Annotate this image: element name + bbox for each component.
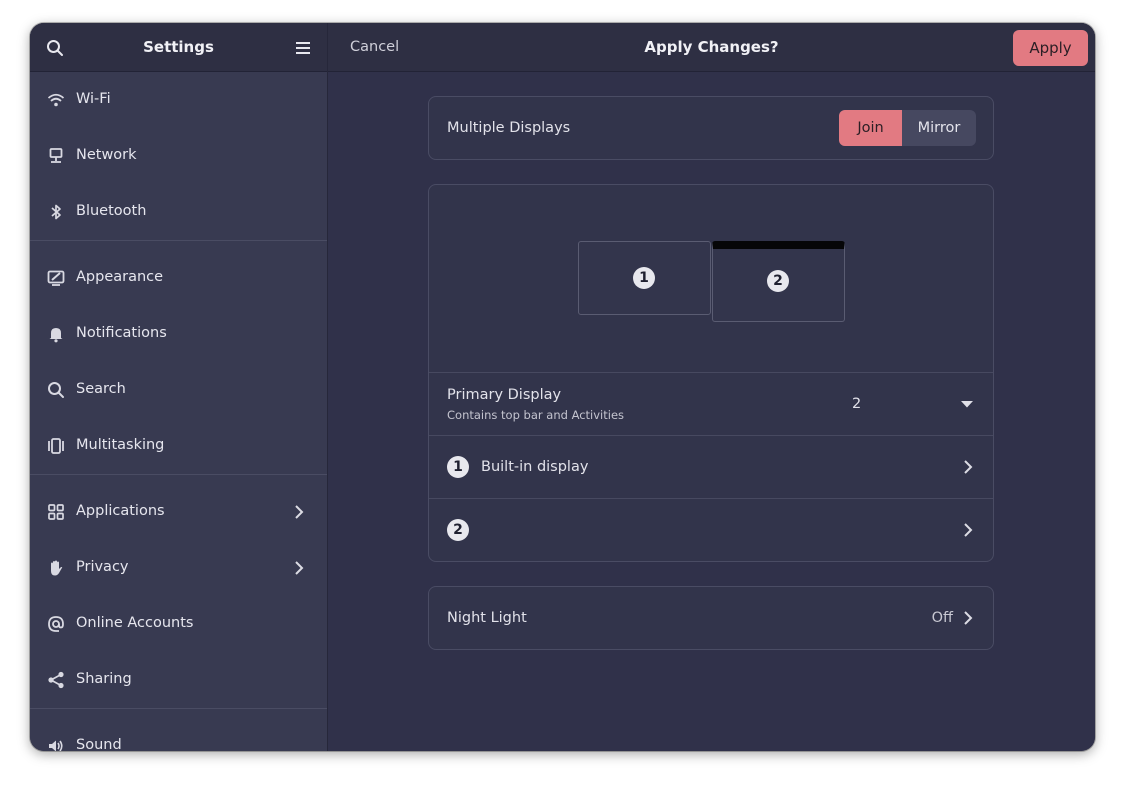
display-row-2[interactable]: 2 [429, 499, 993, 561]
multiple-displays-card: Multiple Displays Join Mirror [428, 96, 994, 160]
page-title: Apply Changes? [644, 38, 779, 56]
speaker-icon [49, 740, 63, 751]
search-icon [48, 382, 64, 398]
chevron-right-icon [295, 505, 304, 519]
primary-display-row[interactable]: Primary Display Contains top bar and Act… [429, 373, 993, 436]
sidebar-item-search[interactable]: Search [30, 362, 327, 418]
network-icon [49, 148, 63, 163]
display-number-badge: 2 [447, 519, 469, 541]
sidebar-item-applications[interactable]: Applications [30, 484, 327, 540]
dropdown-arrow-icon[interactable] [960, 399, 974, 409]
sidebar-item-network[interactable]: Network [30, 128, 327, 184]
hamburger-menu-icon[interactable] [294, 39, 312, 57]
monitor-number-badge: 1 [633, 267, 655, 289]
sidebar-item-privacy[interactable]: Privacy [30, 540, 327, 596]
hand-icon [51, 560, 63, 576]
sidebar-item-label: Privacy [76, 559, 129, 575]
monitor-number-badge: 2 [767, 270, 789, 292]
sidebar-item-label: Notifications [76, 325, 167, 341]
sidebar-item-label: Online Accounts [76, 615, 194, 631]
mirror-button[interactable]: Mirror [902, 110, 976, 146]
sidebar-item-notifications[interactable]: Notifications [30, 306, 327, 362]
night-light-card[interactable]: Night Light Off [428, 586, 994, 650]
primary-display-value: 2 [852, 396, 862, 412]
sidebar-separator [30, 240, 327, 250]
sidebar-item-bluetooth[interactable]: Bluetooth [30, 184, 327, 240]
grid-icon [48, 504, 64, 520]
share-icon [48, 671, 64, 689]
sidebar-list: Wi-Fi Network Bluetooth Appearance Notif… [30, 72, 327, 751]
sidebar-item-multitasking[interactable]: Multitasking [30, 418, 327, 474]
display-arrangement-card: 1 2 Primary Display Contains top bar and… [428, 184, 994, 562]
appearance-icon [47, 270, 65, 286]
sidebar-item-sound[interactable]: Sound [30, 718, 327, 751]
main-panel: Cancel Apply Changes? Apply Multiple Dis… [328, 23, 1095, 751]
display-mode-toggle: Join Mirror [839, 110, 976, 146]
sidebar-item-label: Search [76, 381, 126, 397]
at-icon [48, 616, 64, 632]
sidebar-header: Settings [30, 23, 327, 72]
sidebar-item-online-accounts[interactable]: Online Accounts [30, 596, 327, 652]
bell-icon [49, 328, 63, 343]
apply-button[interactable]: Apply [1013, 30, 1088, 66]
multitasking-icon [48, 438, 64, 454]
main-header: Cancel Apply Changes? Apply [328, 23, 1095, 72]
night-light-label: Night Light [447, 610, 527, 626]
sidebar-title: Settings [143, 38, 214, 56]
display-arrangement-area: 1 2 [429, 185, 993, 373]
chevron-right-icon [964, 460, 973, 474]
wifi-icon [47, 93, 65, 107]
settings-window: Settings Wi-Fi Network Bluetooth Appeara… [30, 23, 1095, 751]
sidebar-item-label: Network [76, 147, 137, 163]
join-button[interactable]: Join [839, 110, 902, 146]
display-name-label: Built-in display [481, 459, 589, 475]
sidebar-item-label: Bluetooth [76, 203, 147, 219]
sidebar-separator [30, 708, 327, 718]
display-row-1[interactable]: 1 Built-in display [429, 436, 993, 499]
sidebar-item-label: Applications [76, 503, 165, 519]
sidebar: Settings Wi-Fi Network Bluetooth Appeara… [30, 23, 328, 751]
monitor-2-preview[interactable]: 2 [712, 241, 845, 322]
bluetooth-icon [51, 204, 61, 220]
sidebar-item-label: Multitasking [76, 437, 165, 453]
sidebar-separator [30, 474, 327, 484]
sidebar-item-wifi[interactable]: Wi-Fi [30, 72, 327, 128]
sidebar-item-label: Appearance [76, 269, 164, 285]
sidebar-item-sharing[interactable]: Sharing [30, 652, 327, 708]
multiple-displays-label: Multiple Displays [447, 120, 571, 136]
sidebar-item-appearance[interactable]: Appearance [30, 250, 327, 306]
monitor-1-preview[interactable]: 1 [578, 241, 711, 315]
sidebar-item-label: Sharing [76, 671, 132, 687]
sidebar-item-label: Sound [76, 737, 122, 751]
primary-display-sublabel: Contains top bar and Activities [447, 408, 625, 422]
night-light-status: Off [931, 610, 953, 626]
chevron-right-icon [964, 611, 973, 625]
primary-display-label: Primary Display [447, 387, 562, 403]
chevron-right-icon [295, 561, 304, 575]
sidebar-item-label: Wi-Fi [76, 91, 111, 107]
display-number-badge: 1 [447, 456, 469, 478]
chevron-right-icon [964, 523, 973, 537]
